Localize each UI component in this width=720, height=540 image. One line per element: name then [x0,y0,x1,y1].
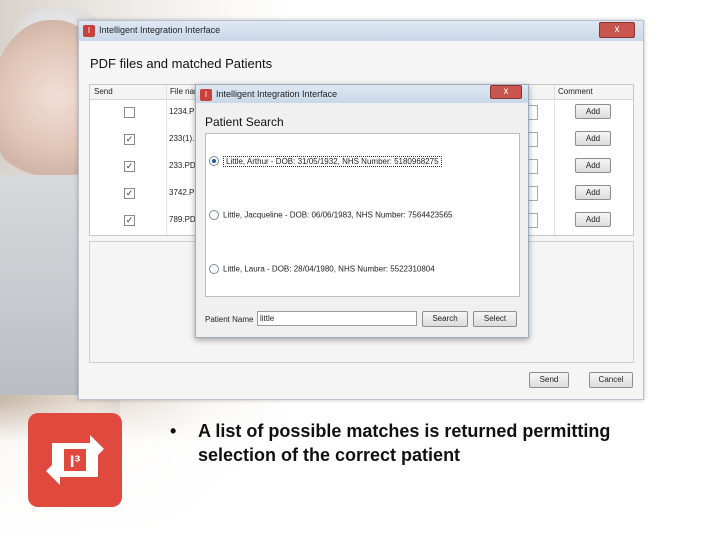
patient-option[interactable]: Little, Arthur - DOB: 31/05/1932, NHS Nu… [209,155,442,167]
radio-icon[interactable] [209,210,219,220]
dialog-close-button[interactable]: x [490,85,522,99]
add-comment-button[interactable]: Add [575,158,611,173]
dialog-titlebar: I Intelligent Integration Interface x [196,85,528,103]
col-header-comment[interactable]: Comment [558,87,593,96]
slide-bullet: • A list of possible matches is returned… [170,419,690,467]
search-results-list: Little, Arthur - DOB: 31/05/1932, NHS Nu… [205,133,520,297]
dialog-window-title: Intelligent Integration Interface [216,89,338,99]
add-comment-button[interactable]: Add [575,212,611,227]
send-checkbox[interactable]: ✓ [124,215,135,226]
i3-logo: I³ [28,413,122,507]
patient-option[interactable]: Little, Jacqueline - DOB: 06/06/1983, NH… [209,210,452,220]
dialog-heading: Patient Search [205,115,284,129]
app-icon: I [83,25,95,37]
send-checkbox[interactable] [124,107,135,118]
col-header-send[interactable]: Send [94,87,113,96]
main-titlebar: I Intelligent Integration Interface x [79,21,643,41]
add-comment-button[interactable]: Add [575,131,611,146]
add-comment-button[interactable]: Add [575,104,611,119]
page-title: PDF files and matched Patients [90,56,273,71]
patient-name-label: Patient Name [205,315,254,324]
select-button[interactable]: Select [473,311,517,327]
bullet-marker: • [170,421,177,441]
app-icon: I [200,89,212,101]
send-checkbox[interactable]: ✓ [124,134,135,145]
patient-option-label: Little, Arthur - DOB: 31/05/1932, NHS Nu… [223,155,442,167]
slide-bullet-text: A list of possible matches is returned p… [198,421,611,465]
add-comment-button[interactable]: Add [575,185,611,200]
patient-option[interactable]: Little, Laura - DOB: 28/04/1980, NHS Num… [209,264,435,274]
send-checkbox[interactable]: ✓ [124,161,135,172]
main-window-title: Intelligent Integration Interface [99,25,221,35]
send-checkbox[interactable]: ✓ [124,188,135,199]
radio-icon[interactable] [209,264,219,274]
patient-name-input[interactable]: little [257,311,417,326]
cancel-button[interactable]: Cancel [589,372,633,388]
patient-search-dialog: I Intelligent Integration Interface x Pa… [195,84,529,338]
radio-selected-icon[interactable] [209,156,219,166]
search-button[interactable]: Search [422,311,468,327]
logo-text: I³ [70,452,81,471]
refresh-arrows-icon: I³ [46,435,104,485]
main-close-button[interactable]: x [599,22,635,38]
patient-option-label: Little, Laura - DOB: 28/04/1980, NHS Num… [223,264,435,274]
send-button[interactable]: Send [529,372,569,388]
patient-option-label: Little, Jacqueline - DOB: 06/06/1983, NH… [223,210,453,220]
